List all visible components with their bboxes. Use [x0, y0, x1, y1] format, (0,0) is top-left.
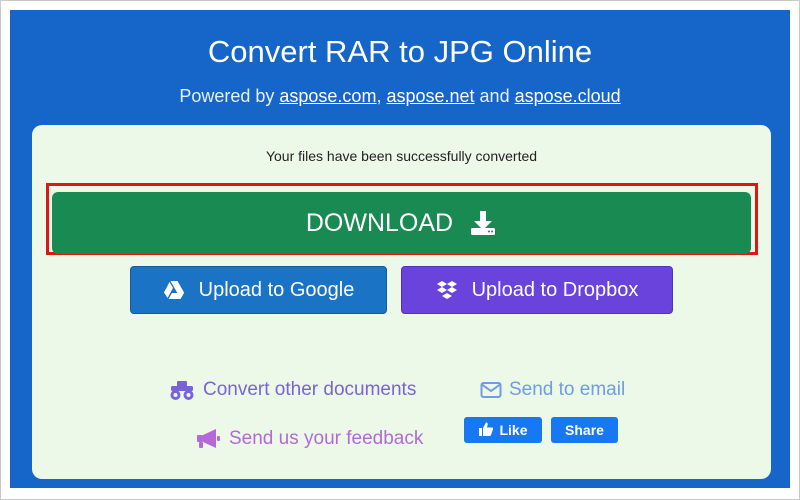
send-to-email-link[interactable]: Send to email — [480, 379, 625, 401]
thumbs-up-icon — [478, 421, 494, 440]
send-to-email-label: Send to email — [509, 379, 626, 400]
facebook-like-button[interactable]: Like — [464, 417, 542, 443]
download-tray-icon — [469, 209, 497, 237]
upload-to-dropbox-label: Upload to Dropbox — [471, 278, 639, 301]
send-feedback-label: Send us your feedback — [229, 428, 424, 449]
facebook-share-button[interactable]: Share — [551, 417, 618, 443]
send-feedback-link[interactable]: Send us your feedback — [196, 428, 423, 450]
like-label: Like — [499, 422, 528, 438]
aspose-com-link[interactable]: aspose.com — [279, 86, 376, 106]
upload-to-google-button[interactable]: Upload to Google — [130, 266, 387, 314]
megaphone-icon — [196, 428, 222, 450]
hero-banner: Convert RAR to JPG Online Powered by asp… — [10, 10, 790, 488]
link-separator: , — [376, 86, 387, 106]
powered-by-line: Powered by aspose.com, aspose.net and as… — [10, 84, 790, 108]
convert-other-documents-label: Convert other documents — [203, 379, 417, 400]
convert-other-documents-link[interactable]: Convert other documents — [168, 379, 416, 401]
page: Convert RAR to JPG Online Powered by asp… — [0, 0, 800, 500]
download-label: DOWNLOAD — [305, 208, 454, 237]
upload-to-google-label: Upload to Google — [198, 278, 355, 301]
page-title: Convert RAR to JPG Online — [207, 34, 593, 69]
aspose-cloud-link[interactable]: aspose.cloud — [515, 86, 621, 106]
result-card: Your files have been successfully conver… — [32, 125, 771, 479]
download-button[interactable]: DOWNLOAD — [52, 192, 751, 254]
conversion-status: Your files have been successfully conver… — [265, 148, 538, 164]
monster-truck-icon — [168, 379, 196, 401]
google-drive-icon — [163, 280, 185, 300]
aspose-net-link[interactable]: aspose.net — [386, 86, 474, 106]
share-label: Share — [565, 422, 604, 438]
envelope-icon — [480, 381, 502, 399]
powered-prefix: Powered by — [179, 86, 280, 106]
upload-to-dropbox-button[interactable]: Upload to Dropbox — [401, 266, 673, 314]
link-conjunction: and — [474, 86, 515, 106]
dropbox-icon — [436, 280, 458, 300]
